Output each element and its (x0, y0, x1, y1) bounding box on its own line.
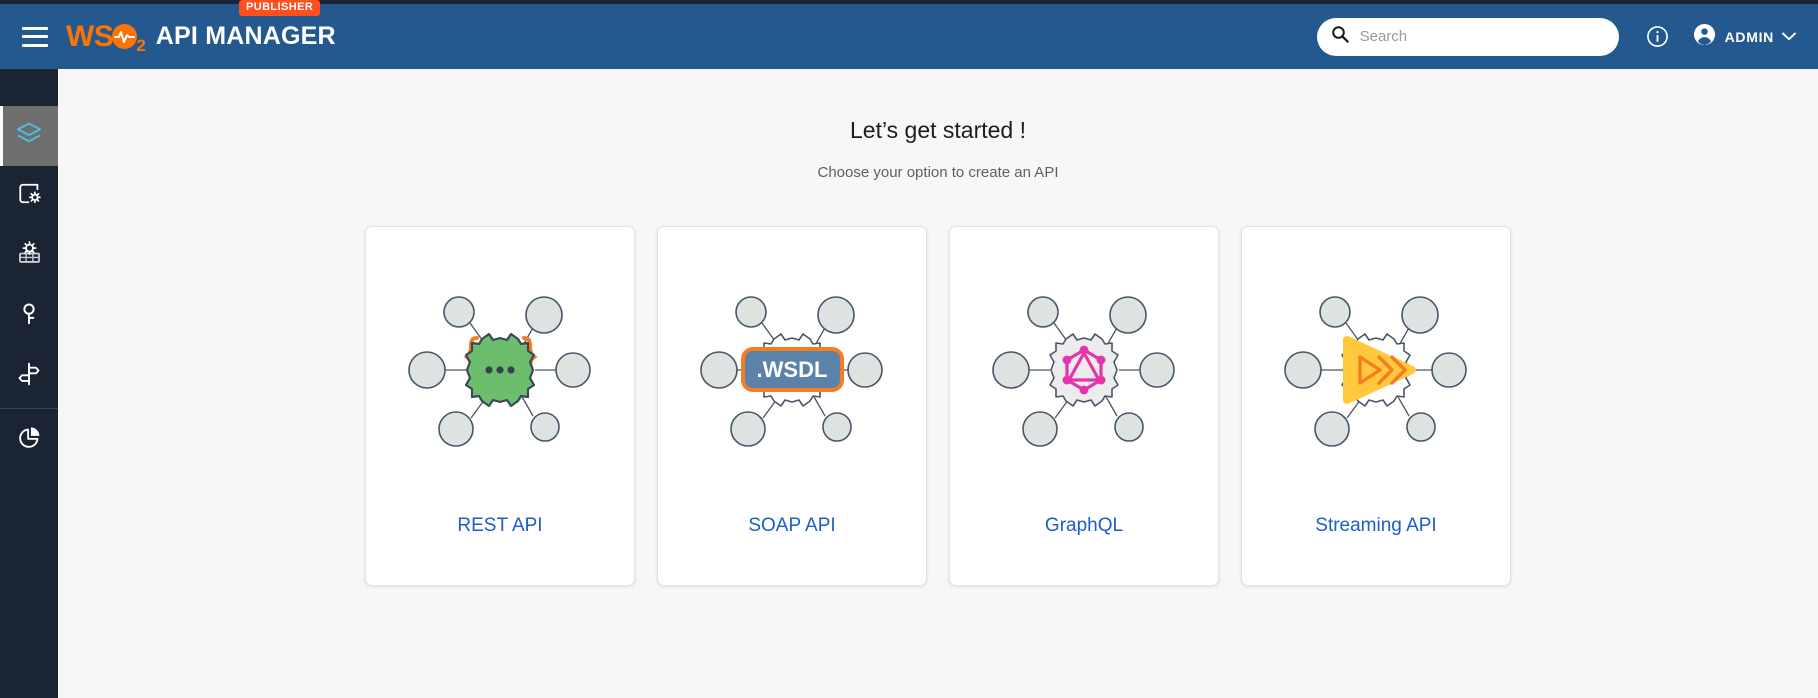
wso2-logo: WS 2 (66, 19, 147, 55)
api-type-card-list: REST API .WSDL SOAP API GraphQL Streamin… (58, 226, 1818, 586)
sidebar (0, 69, 58, 698)
user-name: ADMIN (1724, 28, 1774, 45)
card-label-rest-api: REST API (457, 515, 543, 536)
card-label-streaming-api: Streaming API (1315, 515, 1437, 536)
signpost-icon (16, 361, 42, 392)
sidebar-item-analytics[interactable] (0, 410, 58, 470)
graphql-illustration (969, 265, 1199, 475)
key-icon (16, 301, 42, 332)
card-label-soap-api: SOAP API (748, 515, 836, 536)
page-title: Let’s get started ! (849, 117, 1026, 143)
sidebar-item-key-managers[interactable] (0, 286, 58, 346)
user-menu[interactable]: ADMIN (1693, 23, 1796, 51)
card-graphql[interactable]: GraphQL (949, 226, 1219, 586)
info-circle-icon[interactable] (1641, 20, 1675, 54)
chevron-down-icon (1782, 28, 1796, 46)
sidebar-divider (0, 408, 58, 409)
layers-icon (15, 120, 43, 153)
search-box[interactable] (1316, 17, 1619, 56)
card-rest-api[interactable]: REST API (365, 226, 635, 586)
sidebar-item-api-products[interactable] (0, 166, 58, 226)
card-label-graphql: GraphQL (1044, 515, 1124, 536)
app-header: WS 2 API MANAGER PUBLISHER Search ADMIN (0, 0, 1818, 69)
card-streaming-api[interactable]: Streaming API (1241, 226, 1511, 586)
search-input[interactable] (1359, 28, 1605, 45)
rest-api-illustration (385, 265, 615, 475)
app-title: API MANAGER (155, 22, 336, 50)
search-icon (1331, 25, 1349, 48)
logo-subscript: 2 (136, 35, 146, 55)
wsdl-badge-text: .WSDL (756, 357, 827, 382)
pie-chart-icon (16, 425, 42, 456)
api-product-icon (16, 180, 43, 212)
sidebar-item-policies[interactable] (0, 346, 58, 406)
soap-api-illustration: .WSDL (677, 265, 907, 475)
streaming-api-illustration (1261, 265, 1491, 475)
page-subtitle: Choose your option to create an API (817, 164, 1059, 181)
card-soap-api[interactable]: .WSDL SOAP API (657, 226, 927, 586)
logo-text: WS (66, 19, 114, 53)
main-content: Let’s get started ! Choose your option t… (58, 69, 1818, 698)
wso2-pulse-icon (112, 24, 138, 49)
publisher-badge: PUBLISHER (239, 0, 321, 16)
account-circle-icon (1693, 23, 1716, 51)
brand-logo[interactable]: WS 2 API MANAGER PUBLISHER (66, 0, 336, 69)
hamburger-menu-icon[interactable] (22, 26, 48, 47)
sidebar-item-apis[interactable] (0, 106, 58, 166)
service-catalog-icon (16, 240, 43, 272)
sidebar-item-service-catalog[interactable] (0, 226, 58, 286)
header-actions: ADMIN (1316, 17, 1818, 56)
